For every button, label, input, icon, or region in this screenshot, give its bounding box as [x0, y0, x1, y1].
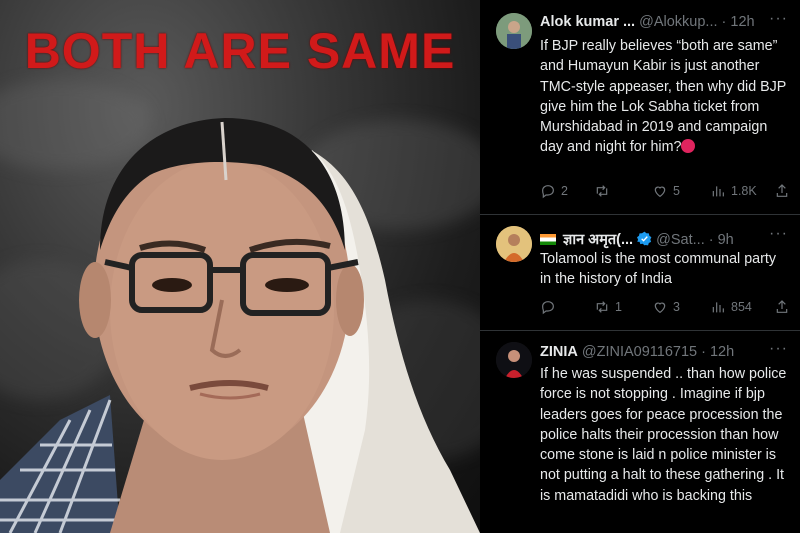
views-button[interactable]: 854	[710, 299, 752, 315]
tweet-actions: 1 3 854	[540, 299, 792, 319]
poster-image: BOTH ARE SAME	[0, 0, 480, 533]
author-name[interactable]: ज्ञान अमृत(...	[563, 232, 633, 248]
verified-badge-icon	[637, 231, 652, 246]
like-button[interactable]: 3	[652, 299, 680, 315]
author-handle[interactable]: @Alokkup...	[639, 14, 717, 30]
avatar[interactable]	[496, 342, 532, 378]
views-icon	[712, 302, 724, 313]
tweet-text: Tolamool is the most communal party in t…	[540, 251, 776, 288]
tweet-feed: Alok kumar ... @Alokkup... · 12h ··· If …	[480, 0, 800, 533]
reply-icon	[542, 185, 554, 199]
tweet-item[interactable]: Alok kumar ... @Alokkup... · 12h ··· If …	[480, 0, 800, 215]
portrait-illustration	[0, 118, 480, 533]
like-button[interactable]: 5	[652, 183, 680, 199]
repost-icon	[596, 301, 608, 313]
repost-icon	[596, 185, 608, 197]
tweet-item[interactable]: ZINIA @ZINIA09116715 · 12h ··· If he was…	[480, 330, 800, 533]
heart-icon	[654, 302, 666, 314]
tweet-actions: 2 5 1.8K	[540, 183, 792, 203]
tweet-time[interactable]: · 12h	[722, 14, 755, 30]
share-button[interactable]	[774, 299, 790, 315]
repost-button[interactable]	[594, 183, 615, 199]
more-options-icon[interactable]: ···	[769, 340, 788, 358]
tweet-time[interactable]: · 12h	[701, 344, 734, 360]
angry-face-icon	[681, 139, 696, 154]
india-flag-icon	[540, 234, 556, 245]
reply-button[interactable]: 2	[540, 183, 568, 199]
reply-button[interactable]	[540, 299, 561, 315]
avatar[interactable]	[496, 226, 532, 262]
share-button[interactable]	[774, 183, 790, 199]
author-handle[interactable]: @Sat...	[656, 232, 705, 248]
tweet-item[interactable]: ज्ञान अमृत(... @Sat... · 9h ··· Tolamool…	[480, 214, 800, 331]
share-icon	[776, 184, 788, 197]
reply-icon	[542, 301, 554, 315]
tweet-time[interactable]: · 9h	[709, 232, 734, 248]
views-button[interactable]: 1.8K	[710, 183, 757, 199]
avatar[interactable]	[496, 13, 532, 49]
views-icon	[712, 186, 724, 197]
heart-icon	[654, 186, 666, 198]
more-options-icon[interactable]: ···	[769, 10, 788, 28]
share-icon	[776, 300, 788, 313]
tweet-text: If he was suspended .. than how police f…	[540, 366, 787, 504]
author-name[interactable]: ZINIA	[540, 344, 578, 360]
more-options-icon[interactable]: ···	[769, 225, 788, 243]
tweet-text: If BJP really believes “both are same” a…	[540, 38, 787, 156]
author-handle[interactable]: @ZINIA09116715	[582, 344, 697, 360]
author-name[interactable]: Alok kumar ...	[540, 14, 635, 30]
repost-button[interactable]: 1	[594, 299, 622, 315]
